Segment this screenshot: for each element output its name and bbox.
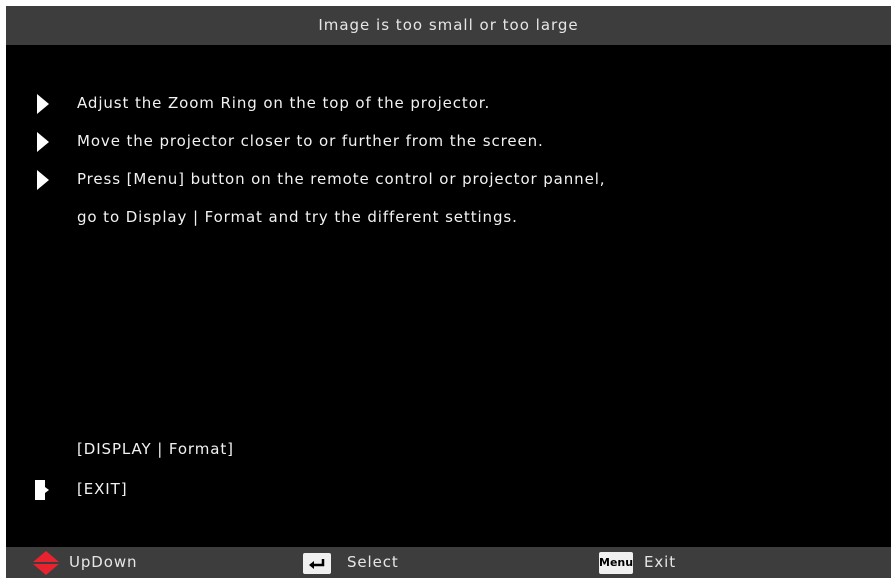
play-bullet-icon <box>37 94 49 114</box>
updown-arrows-icon <box>33 551 59 575</box>
page-title: Image is too small or too large <box>318 16 579 34</box>
instruction-item: Move the projector closer to or further … <box>77 132 544 150</box>
play-bullet-icon <box>37 132 49 152</box>
exit-marker-icon <box>35 480 49 500</box>
select-hint-label: Select <box>347 553 399 571</box>
instruction-item-continued: go to Display | Format and try the diffe… <box>77 208 518 226</box>
instruction-item: Press [Menu] button on the remote contro… <box>77 170 606 188</box>
play-bullet-icon <box>37 170 49 190</box>
updown-hint-label: UpDown <box>69 553 138 571</box>
exit-hint-label: Exit <box>644 553 677 571</box>
menu-key-icon: Menu <box>599 552 633 574</box>
title-bar: Image is too small or too large <box>6 6 891 45</box>
exit-option[interactable]: [EXIT] <box>77 480 127 498</box>
menu-path-shortcut[interactable]: [DISPLAY | Format] <box>77 440 234 458</box>
projector-osd-screen: Image is too small or too large Adjust t… <box>6 6 891 578</box>
enter-key-icon <box>303 553 331 574</box>
footer-bar: UpDown Select Menu Exit <box>6 547 891 578</box>
instruction-item: Adjust the Zoom Ring on the top of the p… <box>77 94 491 112</box>
